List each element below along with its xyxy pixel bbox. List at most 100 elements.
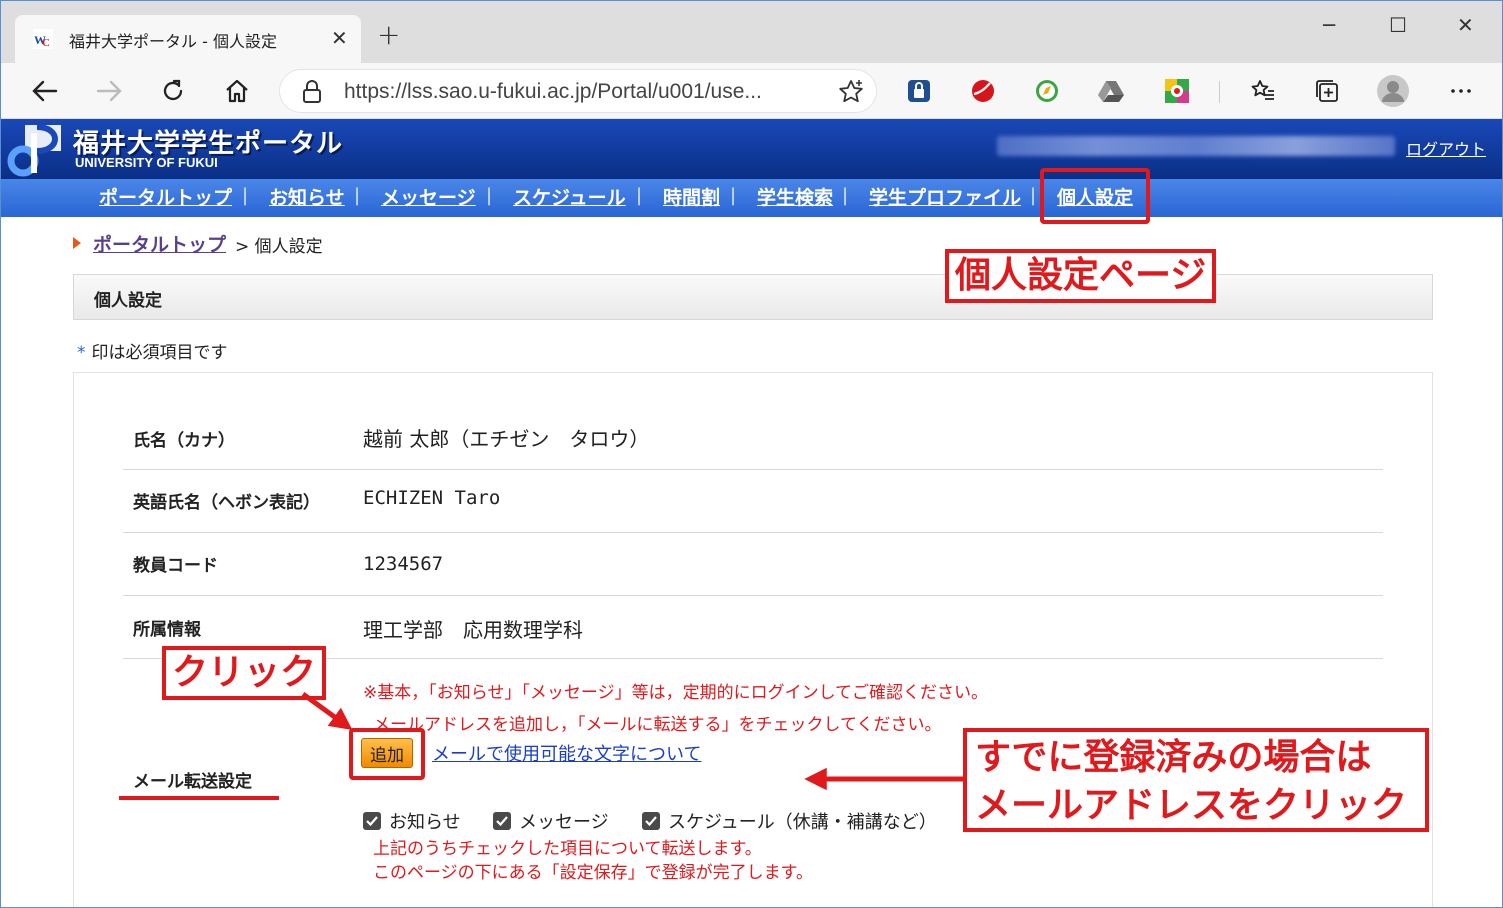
row-divider — [123, 532, 1383, 533]
menu-separator: | — [730, 185, 737, 206]
window-close-icon[interactable]: ✕ — [1457, 13, 1474, 37]
forward-button[interactable] — [91, 73, 127, 109]
affiliation-label: 所属情報 — [133, 620, 201, 640]
checkbox-checked-icon[interactable] — [642, 812, 660, 830]
schedule-checkbox[interactable]: スケジュール（休講・補講など） — [642, 808, 937, 834]
breadcrumb-current: > 個人設定 — [235, 237, 323, 257]
lock-icon[interactable] — [302, 80, 322, 104]
required-note: * 印は必須項目です — [77, 338, 228, 363]
menu-student-profile[interactable]: 学生プロファイル — [869, 183, 1021, 210]
browser-toolbar: https://lss.sao.u-fukui.ac.jp/Portal/u00… — [1, 63, 1502, 119]
row-divider — [123, 469, 1383, 470]
menu-separator: | — [242, 185, 249, 206]
drive-icon — [1098, 81, 1124, 102]
tab-title: 福井大学ポータル - 個人設定 — [69, 32, 277, 51]
portal-menu-bar: ポータルトップ | お知らせ | メッセージ | スケジュール | 時間割 | … — [1, 179, 1502, 217]
maximize-icon[interactable]: ☐ — [1389, 13, 1407, 37]
annotation-highlight-add-button — [349, 728, 425, 780]
menu-separator: | — [486, 185, 493, 206]
checkbox-label: お知らせ — [389, 812, 461, 833]
menu-schedule[interactable]: スケジュール — [513, 183, 626, 210]
mail-note-add: メールアドレスを追加し，「メールに転送する」をチェックしてください。 — [373, 715, 942, 735]
annotation-click-label: クリック — [162, 646, 327, 700]
annotation-page-label: 個人設定ページ — [945, 249, 1217, 303]
affiliation-value: 理工学部 応用数理学科 — [363, 618, 583, 642]
mail-note-save: このページの下にある「設定保存」で登録が完了します。 — [373, 863, 813, 883]
section-header: 個人設定 — [73, 274, 1433, 320]
annotation-registered-line2: メールアドレスをクリック — [975, 785, 1408, 826]
menu-separator: | — [842, 185, 849, 206]
forward-arrow-icon — [96, 80, 122, 102]
annotation-registered-note: すでに登録済みの場合は メールアドレスをクリック — [963, 728, 1429, 832]
row-divider — [123, 595, 1383, 596]
more-dots-icon — [1451, 89, 1471, 93]
annotation-registered-line1: すでに登録済みの場合は — [975, 737, 1372, 778]
security-extension[interactable] — [969, 77, 997, 105]
colorful-app-icon — [1165, 79, 1189, 103]
favorites-button[interactable] — [1249, 77, 1277, 105]
compass-extension[interactable] — [1033, 77, 1061, 105]
menu-portal-top[interactable]: ポータルトップ — [99, 183, 232, 210]
annotation-highlight-personal-settings — [1040, 168, 1150, 224]
reload-button[interactable] — [155, 73, 191, 109]
mail-forwarding-label: メール転送設定 — [133, 772, 252, 792]
address-bar[interactable]: https://lss.sao.u-fukui.ac.jp/Portal/u00… — [279, 69, 877, 113]
menu-notices[interactable]: お知らせ — [269, 183, 345, 210]
checkbox-label: メッセージ — [519, 812, 609, 833]
browser-window: W C 福井大学ポータル - 個人設定 ✕ + ─ ☐ ✕ https://ls… — [0, 0, 1503, 908]
back-arrow-icon — [32, 80, 58, 102]
favorites-list-icon — [1251, 80, 1274, 100]
menu-messages[interactable]: メッセージ — [381, 183, 476, 210]
required-asterisk: * — [77, 343, 86, 363]
password-manager-extension[interactable] — [905, 77, 933, 105]
menu-student-search[interactable]: 学生検索 — [757, 183, 833, 210]
collections-icon — [1316, 80, 1338, 102]
user-info-blurred — [997, 136, 1395, 156]
staff-code-value: 1234567 — [363, 553, 444, 575]
name-kana-value: 越前 太郎（エチゼン タロウ） — [363, 427, 650, 451]
mail-note-checked: 上記のうちチェックした項目について転送します。 — [373, 839, 762, 859]
section-title: 個人設定 — [94, 291, 162, 311]
checkbox-checked-icon[interactable] — [363, 812, 381, 830]
security-ball-icon — [972, 80, 994, 102]
profile-button[interactable] — [1375, 73, 1411, 109]
compass-icon — [1036, 80, 1058, 102]
tab-close-icon[interactable]: ✕ — [331, 26, 348, 50]
password-lock-icon — [908, 80, 930, 102]
portal-subtitle: UNIVERSITY OF FUKUI — [75, 155, 218, 170]
required-note-text: 印は必須項目です — [91, 343, 228, 363]
new-tab-icon[interactable]: + — [377, 21, 400, 49]
checkbox-checked-icon[interactable] — [493, 812, 511, 830]
colorful-extension[interactable] — [1163, 77, 1191, 105]
logout-link[interactable]: ログアウト — [1406, 136, 1486, 160]
svg-text:C: C — [42, 37, 50, 49]
url-text[interactable]: https://lss.sao.u-fukui.ac.jp/Portal/u00… — [344, 80, 762, 104]
minimize-icon[interactable]: ─ — [1323, 13, 1335, 37]
notices-checkbox[interactable]: お知らせ — [363, 808, 461, 834]
university-logo-icon — [7, 124, 61, 177]
name-kana-label: 氏名（カナ） — [133, 431, 235, 451]
menu-separator: | — [1030, 185, 1037, 206]
menu-separator: | — [636, 185, 643, 206]
favorite-star-icon[interactable] — [838, 79, 864, 105]
home-button[interactable] — [219, 73, 255, 109]
portal-header: 福井大学学生ポータル UNIVERSITY OF FUKUI ログアウト — [1, 119, 1502, 179]
allowed-characters-link[interactable]: メールで使用可能な文字について — [432, 740, 701, 766]
collections-button[interactable] — [1313, 77, 1341, 105]
menu-separator: | — [354, 185, 361, 206]
staff-code-label: 教員コード — [133, 556, 218, 576]
home-icon — [226, 79, 248, 103]
drive-extension[interactable] — [1097, 77, 1125, 105]
checkbox-label: スケジュール（休講・補講など） — [668, 812, 937, 833]
menu-timetable[interactable]: 時間割 — [663, 183, 720, 210]
reload-icon — [163, 79, 183, 101]
breadcrumb-portal-top-link[interactable]: ポータルトップ — [93, 230, 226, 257]
portal-favicon-icon: W C — [33, 29, 53, 49]
profile-avatar-icon — [1377, 75, 1409, 107]
back-button[interactable] — [27, 73, 63, 109]
more-menu-button[interactable] — [1447, 77, 1475, 105]
tab-bar: W C 福井大学ポータル - 個人設定 ✕ + ─ ☐ ✕ — [1, 1, 1502, 63]
browser-tab[interactable]: W C 福井大学ポータル - 個人設定 ✕ — [15, 15, 361, 63]
messages-checkbox[interactable]: メッセージ — [493, 808, 609, 834]
mail-label-highlight — [119, 796, 279, 800]
